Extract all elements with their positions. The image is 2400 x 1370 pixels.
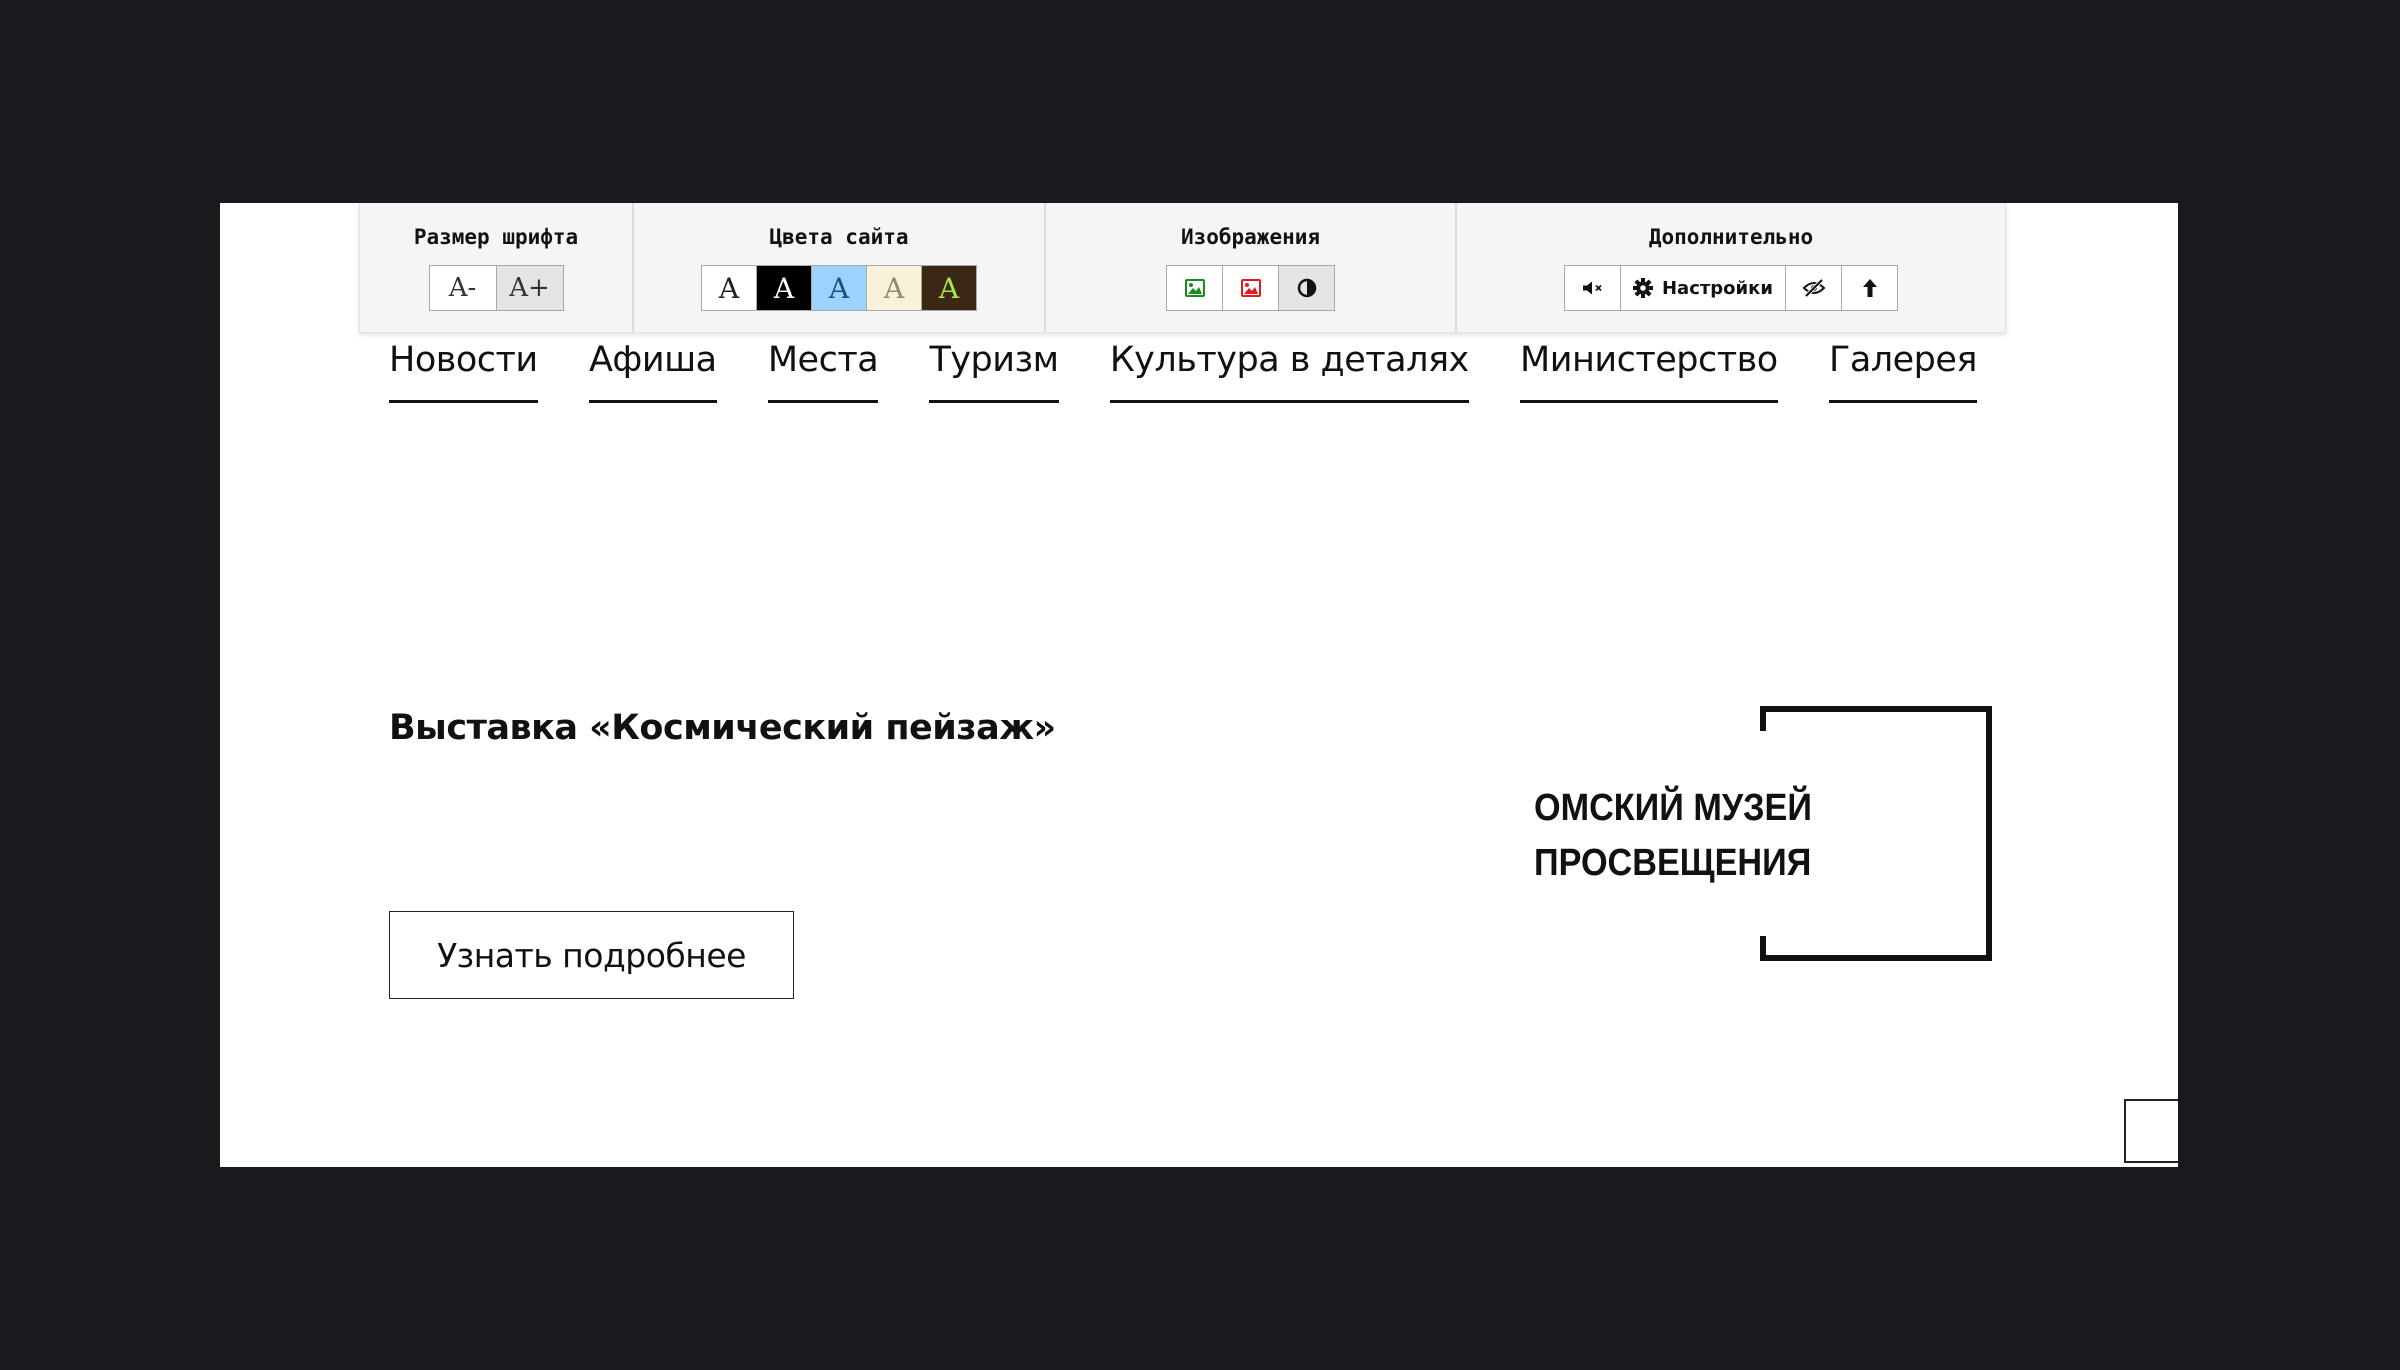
nav-item-afisha[interactable]: Афиша xyxy=(588,335,717,403)
color-scheme-group: Цвета сайта A A A A A xyxy=(634,203,1046,332)
image-on-icon xyxy=(1184,279,1205,297)
arrow-up-icon xyxy=(1862,279,1877,297)
accessibility-panel: Размер шрифта A- A+ Цвета сайта A A A A … xyxy=(359,203,2006,333)
learn-more-button[interactable]: Узнать подробнее xyxy=(389,911,794,999)
images-buttons xyxy=(1166,265,1335,311)
font-decrease-button[interactable]: A- xyxy=(428,265,497,311)
images-on-button[interactable] xyxy=(1166,265,1223,311)
venue-name-line1: ОМСКИЙ МУЗЕЙ xyxy=(1534,787,1812,829)
nav-item-gallery[interactable]: Галерея xyxy=(1828,335,1978,403)
image-off-icon xyxy=(1240,279,1261,297)
extra-group: Дополнительно Настройки xyxy=(1457,203,2005,332)
venue-name: ОМСКИЙ МУЗЕЙ ПРОСВЕЩЕНИЯ xyxy=(1534,781,1812,891)
main-navigation: Новости Афиша Места Туризм Культура в де… xyxy=(389,335,1978,407)
extra-title: Дополнительно xyxy=(1648,225,1814,249)
settings-button[interactable]: Настройки xyxy=(1620,265,1786,311)
contrast-icon xyxy=(1297,278,1316,298)
venue-logo[interactable]: ОМСКИЙ МУЗЕЙ ПРОСВЕЩЕНИЯ xyxy=(1534,704,1994,964)
color-scheme-title: Цвета сайта xyxy=(769,225,909,249)
chat-widget-button[interactable] xyxy=(2124,1099,2178,1163)
color-scheme-black-button[interactable]: A xyxy=(756,265,812,311)
color-scheme-white-button[interactable]: A xyxy=(701,265,757,311)
images-off-button[interactable] xyxy=(1222,265,1279,311)
gear-icon xyxy=(1632,278,1653,298)
color-scheme-brown-button[interactable]: A xyxy=(921,265,977,311)
sound-off-button[interactable] xyxy=(1564,265,1621,311)
extra-buttons: Настройки xyxy=(1564,265,1898,311)
color-scheme-blue-button[interactable]: A xyxy=(811,265,867,311)
nav-item-places[interactable]: Места xyxy=(767,335,879,403)
eye-slash-icon xyxy=(1802,279,1825,297)
contrast-button[interactable] xyxy=(1278,265,1335,311)
nav-item-ministry[interactable]: Министерство xyxy=(1520,335,1778,403)
nav-item-tourism[interactable]: Туризм xyxy=(929,335,1059,403)
settings-label: Настройки xyxy=(1661,277,1773,299)
font-size-title: Размер шрифта xyxy=(413,225,579,249)
venue-name-line2: ПРОСВЕЩЕНИЯ xyxy=(1534,842,1812,884)
font-size-buttons: A- A+ xyxy=(428,265,564,311)
normal-version-button[interactable] xyxy=(1785,265,1842,311)
nav-item-culture[interactable]: Культура в деталях xyxy=(1109,335,1469,403)
mute-icon xyxy=(1582,281,1602,295)
event-title[interactable]: Выставка «Космический пейзаж» xyxy=(389,708,1056,748)
nav-item-news[interactable]: Новости xyxy=(389,335,538,403)
page: Размер шрифта A- A+ Цвета сайта A A A A … xyxy=(220,203,2178,1167)
color-scheme-buttons: A A A A A xyxy=(701,265,977,311)
font-size-group: Размер шрифта A- A+ xyxy=(360,203,634,332)
images-group: Изображения xyxy=(1046,203,1457,332)
scroll-top-button[interactable] xyxy=(1841,265,1898,311)
color-scheme-beige-button[interactable]: A xyxy=(866,265,922,311)
font-increase-button[interactable]: A+ xyxy=(495,265,564,311)
images-title: Изображения xyxy=(1180,225,1321,249)
